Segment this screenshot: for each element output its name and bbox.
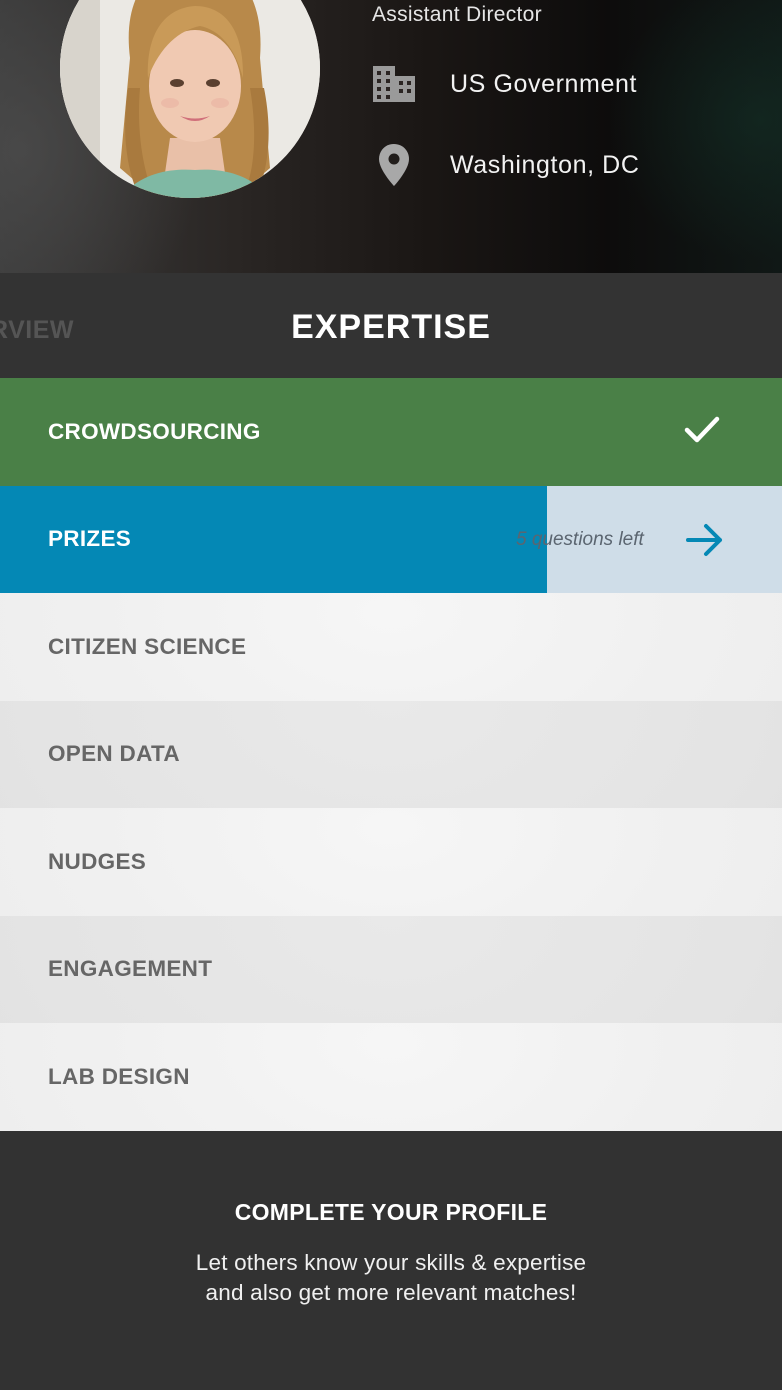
questions-left-text: 5 questions left: [516, 528, 644, 550]
checkmark-icon: [684, 416, 720, 449]
section-tabs: RVIEW EXPERTISE: [0, 273, 782, 378]
expertise-item-label: OPEN DATA: [48, 741, 180, 767]
expertise-item-label: CROWDSOURCING: [48, 418, 261, 444]
location-row: Washington, DC: [372, 143, 639, 187]
avatar[interactable]: [60, 0, 320, 198]
expertise-item-citizen-science[interactable]: CITIZEN SCIENCE: [0, 593, 782, 701]
expertise-item-lab-design[interactable]: LAB DESIGN: [0, 1023, 782, 1131]
cta-body: Let others know your skills & expertise …: [0, 1248, 782, 1308]
cta-line: Let others know your skills & expertise: [195, 1250, 587, 1275]
expertise-item-label: PRIZES: [48, 526, 132, 552]
organization-text: US Government: [450, 69, 638, 98]
expertise-item-open-data[interactable]: OPEN DATA: [0, 700, 782, 808]
cta-line: and also get more relevant matches!: [205, 1280, 577, 1305]
expertise-list: CROWDSOURCING PRIZES 5 questions left CI…: [0, 378, 782, 1131]
expertise-item-label: LAB DESIGN: [48, 1063, 190, 1089]
expertise-item-label: ENGAGEMENT: [48, 956, 213, 982]
organization-row: US Government: [372, 62, 636, 106]
expertise-item-crowdsourcing[interactable]: CROWDSOURCING: [0, 378, 782, 486]
job-title: Assistant Director: [372, 3, 542, 26]
expertise-item-label: NUDGES: [48, 848, 147, 874]
tab-expertise[interactable]: EXPERTISE: [0, 308, 782, 347]
cta-title: COMPLETE YOUR PROFILE: [234, 1199, 548, 1225]
expertise-item-label: CITIZEN SCIENCE: [48, 633, 247, 659]
arrow-right-icon[interactable]: [686, 522, 724, 563]
map-pin-icon: [372, 143, 416, 187]
complete-profile-banner[interactable]: COMPLETE YOUR PROFILE Let others know yo…: [0, 1131, 782, 1390]
building-icon: [372, 62, 416, 106]
expertise-item-engagement[interactable]: ENGAGEMENT: [0, 915, 782, 1023]
location-text: Washington, DC: [450, 150, 640, 179]
profile-header: Assistant Director US Government Washing…: [0, 0, 782, 273]
expertise-item-prizes[interactable]: PRIZES 5 questions left: [0, 485, 782, 593]
expertise-item-nudges[interactable]: NUDGES: [0, 808, 782, 916]
